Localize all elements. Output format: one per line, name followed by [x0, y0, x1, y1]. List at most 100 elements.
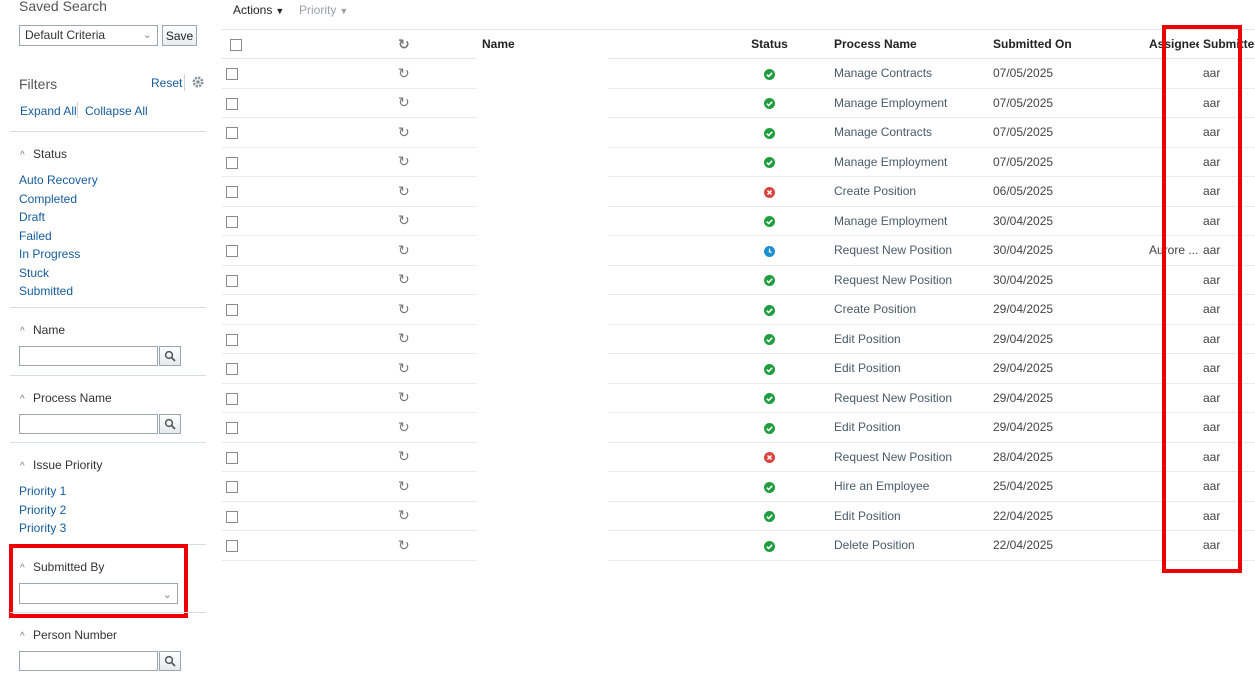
- priority-filter-2[interactable]: Priority 2: [19, 503, 66, 517]
- row-checkbox[interactable]: [226, 363, 238, 376]
- table-row[interactable]: ↻ Request New Position 30/04/2025 Aurore ..…: [222, 235, 1255, 266]
- status-filter-auto-recovery[interactable]: Auto Recovery: [19, 173, 98, 187]
- name-search-button[interactable]: [159, 346, 181, 366]
- refresh-icon[interactable]: ↻: [398, 153, 410, 170]
- column-header-process-name[interactable]: Process Name: [827, 29, 985, 59]
- column-header-submitted-by[interactable]: Submitted By: [1199, 29, 1255, 59]
- column-header-status[interactable]: Status: [712, 29, 827, 59]
- row-checkbox[interactable]: [226, 304, 238, 317]
- table-row[interactable]: ↻Hire an Employee25/04/2025aar..: [222, 471, 1255, 502]
- submitted-by-section-toggle[interactable]: ^ Submitted By: [20, 560, 104, 574]
- table-row[interactable]: ↻Manage Contracts07/05/2025aar..: [222, 117, 1255, 148]
- row-checkbox[interactable]: [226, 156, 238, 169]
- priority-filter-3[interactable]: Priority 3: [19, 521, 66, 535]
- refresh-icon[interactable]: ↻: [398, 448, 410, 465]
- table-row[interactable]: ↻Edit Position29/04/2025aar..: [222, 412, 1255, 443]
- process-name-cell[interactable]: Manage Employment: [827, 206, 985, 236]
- refresh-icon[interactable]: ↻: [398, 271, 410, 288]
- row-checkbox[interactable]: [226, 510, 238, 523]
- table-row[interactable]: ↻Manage Employment30/04/2025aar..: [222, 206, 1255, 236]
- refresh-icon[interactable]: ↻: [398, 183, 410, 200]
- row-checkbox[interactable]: [226, 97, 238, 110]
- process-name-cell[interactable]: Request New Position: [827, 383, 985, 413]
- refresh-icon[interactable]: ↻: [398, 36, 410, 53]
- name-search-input[interactable]: [19, 346, 158, 366]
- status-filter-completed[interactable]: Completed: [19, 192, 77, 206]
- gear-icon[interactable]: [191, 75, 205, 89]
- process-name-cell[interactable]: Manage Employment: [827, 147, 985, 177]
- table-row[interactable]: ↻Edit Position29/04/2025aar..: [222, 353, 1255, 384]
- refresh-icon[interactable]: ↻: [398, 65, 410, 82]
- table-row[interactable]: ↻Manage Employment07/05/2025aar..: [222, 147, 1255, 177]
- process-name-cell[interactable]: Edit Position: [827, 501, 985, 531]
- priority-filter-1[interactable]: Priority 1: [19, 484, 66, 498]
- process-name-cell[interactable]: Request New Position: [827, 235, 985, 266]
- refresh-icon[interactable]: ↻: [398, 419, 410, 436]
- refresh-icon[interactable]: ↻: [398, 360, 410, 377]
- table-row[interactable]: ↻Request New Position30/04/2025aar..: [222, 265, 1255, 295]
- process-name-cell[interactable]: Create Position: [827, 176, 985, 207]
- row-checkbox[interactable]: [226, 451, 238, 464]
- refresh-icon[interactable]: ↻: [398, 242, 410, 259]
- refresh-icon[interactable]: ↻: [398, 389, 410, 406]
- table-row[interactable]: ↻Create Position06/05/2025aar..: [222, 176, 1255, 207]
- process-name-search-input[interactable]: [19, 414, 158, 434]
- select-all-checkbox[interactable]: [230, 38, 242, 51]
- row-checkbox[interactable]: [226, 481, 238, 494]
- person-number-section-toggle[interactable]: ^ Person Number: [20, 628, 117, 642]
- process-name-cell[interactable]: Request New Position: [827, 442, 985, 472]
- priority-menu[interactable]: Priority ▼: [299, 3, 348, 17]
- reset-filters-link[interactable]: Reset: [151, 76, 182, 90]
- refresh-icon[interactable]: ↻: [398, 507, 410, 524]
- issue-priority-section-toggle[interactable]: ^ Issue Priority: [20, 458, 102, 472]
- refresh-icon[interactable]: ↻: [398, 301, 410, 318]
- status-filter-stuck[interactable]: Stuck: [19, 266, 49, 280]
- row-checkbox[interactable]: [226, 127, 238, 140]
- column-header-name[interactable]: Name: [477, 29, 608, 59]
- refresh-icon[interactable]: ↻: [398, 94, 410, 111]
- process-name-cell[interactable]: Edit Position: [827, 353, 985, 384]
- row-checkbox[interactable]: [226, 540, 238, 553]
- process-name-cell[interactable]: Edit Position: [827, 412, 985, 443]
- refresh-icon[interactable]: ↻: [398, 537, 410, 554]
- row-checkbox[interactable]: [226, 215, 238, 228]
- status-filter-draft[interactable]: Draft: [19, 210, 45, 224]
- status-filter-failed[interactable]: Failed: [19, 229, 52, 243]
- expand-all-link[interactable]: Expand All: [20, 104, 77, 118]
- status-section-toggle[interactable]: ^ Status: [20, 147, 67, 161]
- row-checkbox[interactable]: [226, 245, 238, 258]
- process-name-cell[interactable]: Delete Position: [827, 530, 985, 561]
- refresh-icon[interactable]: ↻: [398, 212, 410, 229]
- row-checkbox[interactable]: [226, 68, 238, 81]
- refresh-icon[interactable]: ↻: [398, 124, 410, 141]
- process-name-cell[interactable]: Manage Employment: [827, 88, 985, 118]
- table-row[interactable]: ↻Request New Position28/04/2025aar..: [222, 442, 1255, 472]
- row-checkbox[interactable]: [226, 392, 238, 405]
- process-name-cell[interactable]: Create Position: [827, 294, 985, 325]
- row-checkbox[interactable]: [226, 186, 238, 199]
- row-checkbox[interactable]: [226, 333, 238, 346]
- column-header-assignee[interactable]: Assignee: [1143, 29, 1199, 59]
- table-row[interactable]: ↻Create Position29/04/2025aar..: [222, 294, 1255, 325]
- refresh-icon[interactable]: ↻: [398, 330, 410, 347]
- row-checkbox[interactable]: [226, 422, 238, 435]
- collapse-all-link[interactable]: Collapse All: [85, 104, 148, 118]
- process-name-cell[interactable]: Manage Contracts: [827, 117, 985, 148]
- table-row[interactable]: ↻Request New Position29/04/2025aar..: [222, 383, 1255, 413]
- table-row[interactable]: ↻Manage Contracts07/05/2025aar..: [222, 58, 1255, 89]
- column-header-submitted-on[interactable]: Submitted On: [985, 29, 1143, 59]
- submitted-by-select[interactable]: ⌄: [19, 583, 178, 604]
- name-section-toggle[interactable]: ^ Name: [20, 323, 65, 337]
- table-row[interactable]: ↻Edit Position29/04/2025aar..: [222, 324, 1255, 354]
- process-name-section-toggle[interactable]: ^ Process Name: [20, 391, 112, 405]
- person-number-search-button[interactable]: [159, 651, 181, 671]
- table-row[interactable]: ↻Delete Position22/04/2025aar..: [222, 530, 1255, 561]
- refresh-icon[interactable]: ↻: [398, 478, 410, 495]
- saved-search-select[interactable]: Default Criteria ⌄: [19, 25, 158, 46]
- status-filter-submitted[interactable]: Submitted: [19, 284, 73, 298]
- process-name-cell[interactable]: Edit Position: [827, 324, 985, 354]
- table-row[interactable]: ↻Edit Position22/04/2025aar..: [222, 501, 1255, 531]
- process-name-cell[interactable]: Hire an Employee: [827, 471, 985, 502]
- table-row[interactable]: ↻Manage Employment07/05/2025aar..: [222, 88, 1255, 118]
- process-name-cell[interactable]: Manage Contracts: [827, 58, 985, 89]
